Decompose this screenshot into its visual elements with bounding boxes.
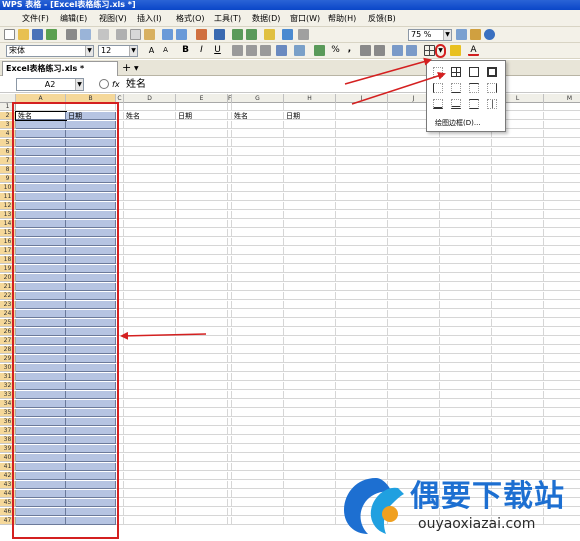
watermark-url: ouyaoxiazai.com [418, 516, 536, 532]
arrow-to-selection [120, 331, 207, 340]
watermark-brand: 偶要下载站 [410, 479, 565, 514]
wps-spreadsheet-window: WPS 表格 - [Excel表格练习.xls *] 文件(F) 编辑(E) 视… [0, 0, 580, 541]
arrow-to-borders-button [344, 57, 432, 85]
annotation-arrows [120, 57, 446, 340]
